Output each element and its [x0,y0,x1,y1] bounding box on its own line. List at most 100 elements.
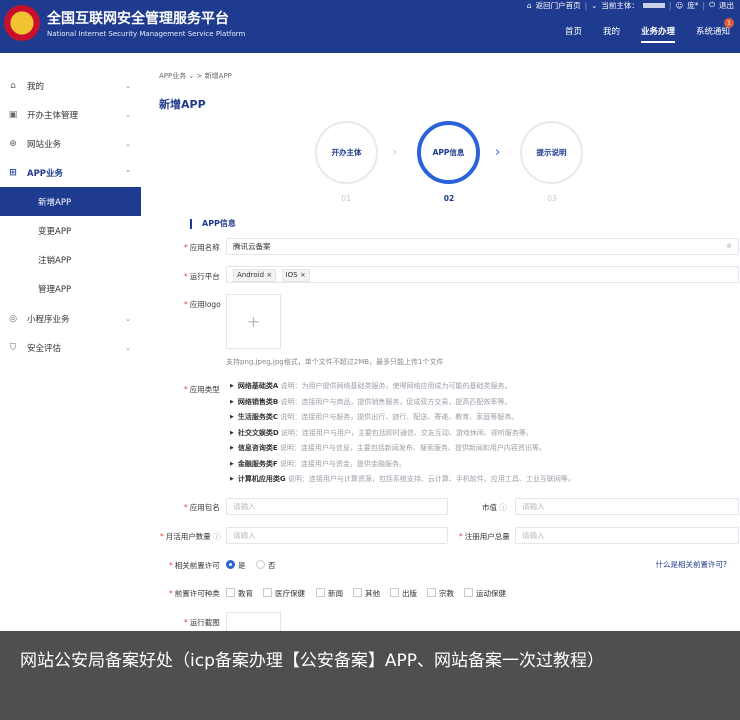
shield-icon: ⛉ [9,342,17,353]
sidebar-item-change-app[interactable]: 变更APP [0,216,141,245]
step-number: 02 [443,194,455,203]
permit-sports-checkbox[interactable] [464,588,473,597]
chevron-down-icon: ⌄ [125,314,131,323]
triangle-right-icon: ▶ [230,461,234,467]
user-name[interactable]: 庞* [687,0,698,11]
screenshot-label: * 运行截图 [184,618,220,627]
category-option-g[interactable]: ▶ 计算机应用类G 说明：连接用户与计算资源，包括系统支持、云计算、手机软件、应用… [230,474,575,484]
pre-permit-no-radio[interactable] [256,560,265,569]
category-option-b[interactable]: ▶ 网络销售类B 说明：连接用户与商品，提供销售服务，促成双方交易，提高匹配效率等… [230,397,511,407]
top-utility-bar: ⌂ 返回门户首页 | ⌄ 当前主体： | ☺ 庞* | ⏻ 退出 [527,0,734,10]
breadcrumb-current: 新增APP [204,72,232,80]
permit-education-checkbox[interactable] [226,588,235,597]
platform-title: 全国互联网安全管理服务平台 [47,11,229,27]
chevron-down-icon: ⌄ [591,0,598,10]
divider: | [668,0,672,10]
category-option-e[interactable]: ▶ 信息咨询类E 说明：连接用户与信息，主要包括新闻发布、搜索服务、提供新闻和用户… [230,443,546,453]
logo-label: * 应用logo [184,300,221,309]
triangle-right-icon: ▶ [230,476,234,482]
masked-subject-name [642,2,665,8]
sidebar-item-label: 小程序业务 [27,314,70,325]
compass-icon: ◎ [9,313,17,324]
sidebar-item-label: 管理APP [38,284,72,295]
nav-mine[interactable]: 我的 [603,25,620,43]
national-emblem-icon [4,5,40,41]
permit-option-label: 运动保健 [476,589,506,598]
category-option-f[interactable]: ▶ 金融服务类F 说明：连接用户与资金，提供金融服务。 [230,459,406,469]
close-icon: × [266,271,273,279]
triangle-right-icon: ▶ [230,445,234,451]
category-option-d[interactable]: ▶ 社交文娱类D 说明：连接用户与用户，主要包括即时通信、交友互动、游戏休闲、视听… [230,428,533,438]
divider: | [584,0,588,10]
chevron-right-icon: › [392,145,398,160]
info-icon: ⓘ [213,532,221,541]
mau-label: * 月活用户数量 ⓘ [160,532,221,541]
sidebar-item-manage-app[interactable]: 管理APP [0,274,141,303]
logout-link[interactable]: 退出 [719,0,734,11]
app-name-value: 腾讯云备案 [233,242,271,251]
page-title: 新增APP [159,98,206,111]
sidebar-item-label: 网站业务 [27,139,62,150]
permit-types-label: * 前置许可种类 [169,589,220,598]
triangle-right-icon: ▶ [230,383,234,389]
nav-home[interactable]: 首页 [565,25,582,43]
breadcrumb-parent[interactable]: APP业务 [159,72,186,80]
breadcrumb: APP业务 ⌄ > 新增APP [159,71,232,81]
sidebar-item-label: 开办主体管理 [27,110,79,121]
platform-select[interactable]: Android × IOS × [226,266,739,283]
permit-option-label: 其他 [365,589,380,598]
permit-option-label: 宗教 [439,589,454,598]
registered-input[interactable]: 请输入 [515,527,739,544]
chevron-down-icon: ⌄ [125,343,131,352]
permit-option-label: 出版 [402,589,417,598]
package-label: * 应用包名 [184,503,220,512]
permit-other-checkbox[interactable] [353,588,362,597]
chevron-down-icon: ⌄ > [188,72,205,80]
sidebar-item-new-app[interactable]: 新增APP [0,187,141,216]
pre-permit-yes-radio[interactable] [226,560,235,569]
screenshot-upload[interactable] [226,612,281,632]
step-subject: 开办主体 [315,121,378,184]
category-option-c[interactable]: ▶ 生活服务类C 说明：连接用户与服务，提供出行、旅行、配送、寄递、教育、家庭等服… [230,412,518,422]
category-option-a[interactable]: ▶ 网络基础类A 说明：为用户提供网络基础类服务，使得网络应用成为可能的基础类服务… [230,381,512,391]
permit-publishing-checkbox[interactable] [390,588,399,597]
info-icon: ⓘ [499,503,507,512]
sidebar-item-website[interactable]: ⊕ 网站业务 ⌄ [0,129,141,158]
chevron-up-icon: ⌃ [125,168,131,177]
step-instructions: 提示说明 [520,121,583,184]
nav-notifications[interactable]: 系统通知 [696,25,730,43]
sidebar-item-mine[interactable]: ⌂ 我的 ⌄ [0,71,141,100]
permit-religion-checkbox[interactable] [427,588,436,597]
platform-tag-ios[interactable]: IOS × [281,269,310,282]
pre-permit-help-link[interactable]: 什么是相关前置许可? [656,559,727,570]
sidebar-item-mini-program[interactable]: ◎ 小程序业务 ⌄ [0,304,141,333]
back-portal-link[interactable]: 返回门户首页 [536,0,581,11]
platform-label: * 运行平台 [184,272,220,281]
logo-upload[interactable]: + [226,294,281,349]
caption-overlay [0,631,740,720]
market-value-input[interactable]: 请输入 [515,498,739,515]
current-subject-label[interactable]: 当前主体： [601,0,639,11]
sidebar-item-label: 新增APP [38,197,72,208]
nav-business[interactable]: 业务办理 [640,25,675,43]
package-input[interactable]: 请输入 [226,498,448,515]
app-name-input[interactable]: 腾讯云备案 ⊗ [226,238,739,255]
main-nav: 首页 我的 业务办理 系统通知 [565,25,730,43]
clear-icon[interactable]: ⊗ [726,239,732,254]
divider: | [702,0,706,10]
sidebar-item-subject-management[interactable]: ▣ 开办主体管理 ⌄ [0,100,141,129]
pre-permit-label: * 相关前置许可 [169,561,220,570]
permit-news-checkbox[interactable] [316,588,325,597]
platform-tag-android[interactable]: Android × [233,269,277,282]
briefcase-icon: ▣ [8,109,18,120]
registered-label: * 注册用户总量 [459,532,510,541]
sidebar-item-security-assessment[interactable]: ⛉ 安全评估 ⌄ [0,333,141,362]
section-title: APP信息 [190,219,236,229]
permit-medical-checkbox[interactable] [263,588,272,597]
mau-input[interactable]: 请输入 [226,527,448,544]
sidebar-item-cancel-app[interactable]: 注销APP [0,245,141,274]
step-label: 提示说明 [536,148,567,157]
sidebar-item-app[interactable]: ⊞ APP业务 ⌃ [0,158,141,187]
chevron-down-icon: ⌄ [125,139,131,148]
home-icon: ⌂ [526,0,532,10]
